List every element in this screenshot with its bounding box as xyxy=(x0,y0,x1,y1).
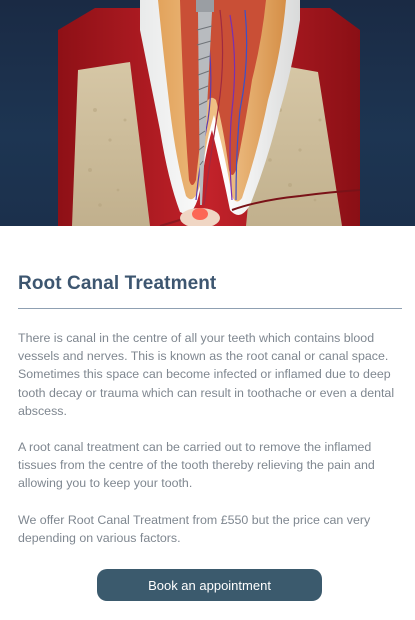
book-appointment-button[interactable]: Book an appointment xyxy=(97,569,322,601)
treatment-content: Root Canal Treatment There is canal in t… xyxy=(18,226,402,547)
pricing-paragraph: We offer Root Canal Treatment from £550 … xyxy=(18,512,371,545)
description-paragraph: A root canal treatment can be carried ou… xyxy=(18,440,375,491)
tooth-illustration xyxy=(58,0,361,226)
hero-image xyxy=(0,0,415,226)
description-paragraph: There is canal in the centre of all your… xyxy=(18,331,395,418)
title-divider xyxy=(18,308,402,309)
section-title: Root Canal Treatment xyxy=(18,273,217,294)
treatment-card: Root Canal Treatment There is canal in t… xyxy=(0,0,415,620)
